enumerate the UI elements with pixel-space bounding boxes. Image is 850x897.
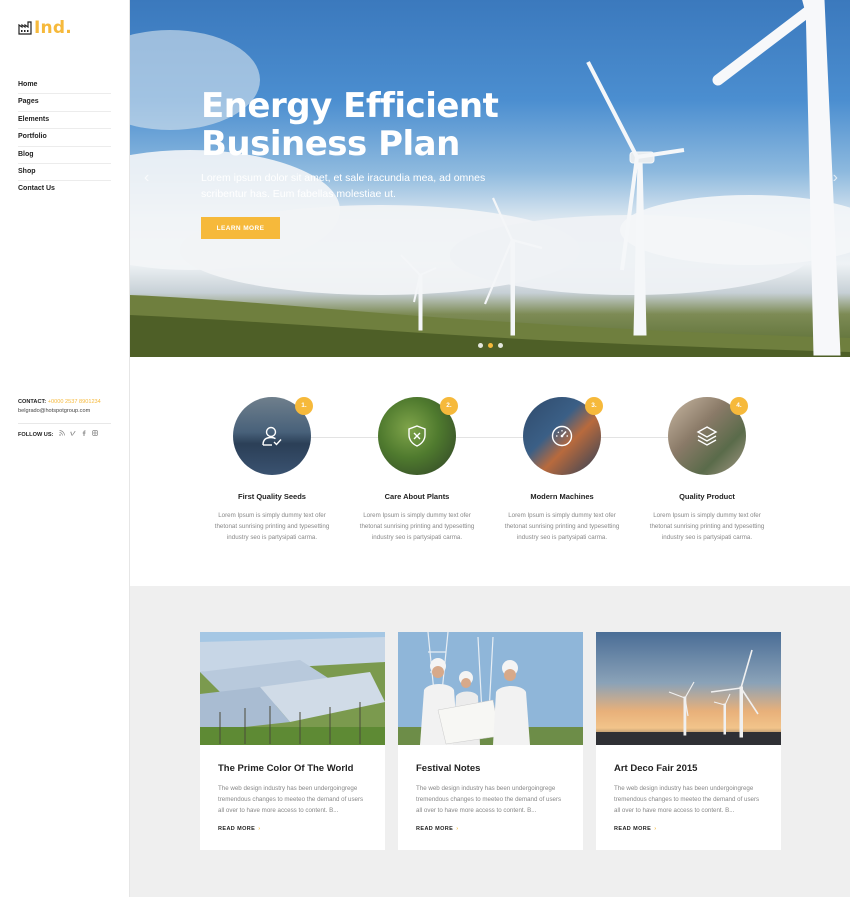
- contact-phone[interactable]: +0000 2537 8901234: [48, 399, 101, 405]
- read-more-label: READ MORE: [218, 826, 256, 832]
- read-more-label: READ MORE: [614, 826, 652, 832]
- feature-title: Care About Plants: [384, 492, 450, 501]
- feature-number-badge: 2.: [440, 397, 458, 415]
- layers-icon: [696, 426, 718, 446]
- nav-item-blog[interactable]: Blog: [18, 147, 111, 164]
- user-check-icon: [262, 426, 282, 446]
- slider-dot-2[interactable]: [488, 343, 493, 348]
- feature-item: 2. Care About Plants Lorem Ipsum is simp…: [352, 397, 482, 543]
- solar-farm-image: [200, 632, 385, 745]
- feature-number-badge: 3.: [585, 397, 603, 415]
- feature-title: Quality Product: [679, 492, 735, 501]
- main-nav: Home Pages Elements Portfolio Blog Shop …: [18, 77, 111, 199]
- feature-number-badge: 4.: [730, 397, 748, 415]
- feature-item: 1. First Quality Seeds Lorem Ipsum is si…: [207, 397, 337, 543]
- nav-item-pages[interactable]: Pages: [18, 94, 111, 112]
- feature-circle: 1.: [233, 397, 313, 475]
- chevron-right-icon: ›: [456, 826, 459, 832]
- contact-email[interactable]: belgrado@hotspotgroup.com: [18, 407, 111, 416]
- follow-label: FOLLOW US:: [18, 431, 54, 438]
- feature-item: 4. Quality Product Lorem Ipsum is simply…: [642, 397, 772, 543]
- gauge-icon: [551, 425, 573, 447]
- slider-dot-3[interactable]: [498, 343, 503, 348]
- learn-more-button[interactable]: LEARN MORE: [201, 217, 280, 239]
- nav-item-contact-us[interactable]: Contact Us: [18, 181, 111, 198]
- read-more-link[interactable]: READ MORE ›: [416, 826, 458, 832]
- rss-icon[interactable]: [59, 430, 66, 440]
- shield-x-icon: [408, 425, 426, 447]
- contact-label: CONTACT:: [18, 399, 47, 405]
- slider-prev-arrow-icon[interactable]: ‹: [144, 170, 149, 186]
- facebook-icon[interactable]: [81, 430, 87, 440]
- features-section: 1. First Quality Seeds Lorem Ipsum is si…: [130, 357, 850, 586]
- slider-dots: [478, 343, 503, 348]
- hero-subtitle: Lorem ipsum dolor sit amet, et sale irac…: [201, 172, 486, 200]
- feature-text: Lorem Ipsum is simply dummy text ofer th…: [649, 512, 765, 541]
- feature-circle: 2.: [378, 397, 458, 475]
- nav-item-home[interactable]: Home: [18, 77, 111, 95]
- social-links: [59, 430, 99, 440]
- feature-title: First Quality Seeds: [238, 492, 306, 501]
- feature-number-badge: 1.: [295, 397, 313, 415]
- blog-card-title[interactable]: Art Deco Fair 2015: [614, 763, 781, 774]
- blog-card[interactable]: Festival Notes The web design industry h…: [398, 632, 583, 850]
- instagram-icon[interactable]: [92, 430, 99, 440]
- chevron-right-icon: ›: [258, 826, 261, 832]
- logo-text: Ind.: [34, 18, 72, 38]
- feature-text: Lorem Ipsum is simply dummy text ofer th…: [359, 512, 475, 541]
- read-more-link[interactable]: READ MORE ›: [614, 826, 656, 832]
- slider-next-arrow-icon[interactable]: ›: [833, 170, 838, 186]
- nav-item-portfolio[interactable]: Portfolio: [18, 129, 111, 147]
- feature-text: Lorem Ipsum is simply dummy text ofer th…: [214, 512, 330, 541]
- feature-item: 3. Modern Machines Lorem Ipsum is simply…: [497, 397, 627, 543]
- nav-item-shop[interactable]: Shop: [18, 164, 111, 182]
- read-more-link[interactable]: READ MORE ›: [218, 826, 260, 832]
- vimeo-icon[interactable]: [70, 430, 77, 440]
- blog-card-title[interactable]: The Prime Color Of The World: [218, 763, 385, 774]
- blog-card-title[interactable]: Festival Notes: [416, 763, 583, 774]
- read-more-label: READ MORE: [416, 826, 454, 832]
- hero-title: Energy Efficient Business Plan: [201, 86, 499, 164]
- hero-slider: Energy Efficient Business Plan Lorem ips…: [130, 0, 850, 357]
- engineers-image: [398, 632, 583, 745]
- feature-circle: 4.: [668, 397, 748, 475]
- sunset-turbines-image: [596, 632, 781, 745]
- chevron-right-icon: ›: [654, 826, 657, 832]
- blog-card[interactable]: Art Deco Fair 2015 The web design indust…: [596, 632, 781, 850]
- blog-card[interactable]: The Prime Color Of The World The web des…: [200, 632, 385, 850]
- logo[interactable]: Ind.: [18, 18, 72, 38]
- factory-icon: [18, 21, 32, 35]
- feature-text: Lorem Ipsum is simply dummy text ofer th…: [504, 512, 620, 541]
- blog-card-excerpt: The web design industry has been undergo…: [614, 785, 760, 814]
- sidebar: Ind. Home Pages Elements Portfolio Blog …: [0, 0, 130, 897]
- follow-us: FOLLOW US:: [18, 430, 111, 440]
- blog-card-excerpt: The web design industry has been undergo…: [218, 785, 364, 814]
- blog-card-excerpt: The web design industry has been undergo…: [416, 785, 562, 814]
- slider-dot-1[interactable]: [478, 343, 483, 348]
- blog-section: The Prime Color Of The World The web des…: [130, 586, 850, 897]
- feature-title: Modern Machines: [530, 492, 594, 501]
- contact-divider: [18, 423, 111, 424]
- contact-block: CONTACT: +0000 2537 8901234 belgrado@hot…: [18, 398, 111, 440]
- page: Ind. Home Pages Elements Portfolio Blog …: [0, 0, 850, 897]
- feature-circle: 3.: [523, 397, 603, 475]
- nav-item-elements[interactable]: Elements: [18, 112, 111, 130]
